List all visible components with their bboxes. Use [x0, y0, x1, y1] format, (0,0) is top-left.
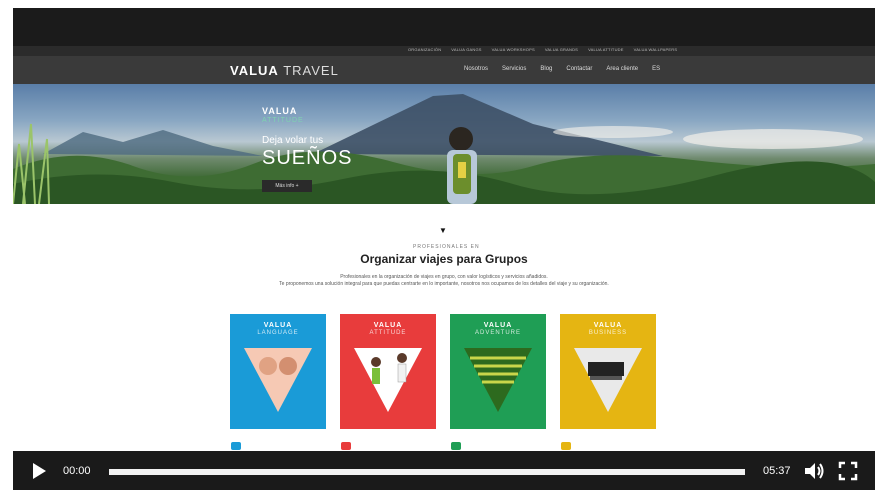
seek-bar[interactable]	[109, 469, 745, 475]
topbar-link: VALUA GRANDS	[544, 47, 579, 52]
nav-link-nosotros: Nosotros	[464, 66, 489, 72]
card-brand: VALUA	[593, 322, 623, 329]
card-attitude: VALUA ATTITUDE	[340, 314, 436, 429]
topbar-link: VALUA ATTITUDE	[588, 47, 624, 52]
topbar-link: VALUA WALLPAPERS	[633, 47, 678, 52]
topbar-link: VALUA WORKSHOPS	[491, 47, 535, 52]
card-brand: VALUA	[483, 322, 513, 329]
nav-link-blog: Blog	[540, 66, 553, 72]
section-description-2: Te proponemos una solución integral para…	[279, 281, 609, 287]
site-logo: VALUA TRAVEL	[230, 63, 339, 78]
video-controls-bar: 00:00 05:37	[13, 451, 875, 490]
logo-bold-text: VALUA	[230, 63, 279, 78]
section-description-1: Profesionales en la organización de viaj…	[340, 274, 548, 280]
site-navbar: VALUA TRAVEL Nosotros Servicios Blog Con…	[13, 56, 875, 84]
card-subtitle: ADVENTURE	[474, 330, 521, 336]
card-business: VALUA BUSINESS	[560, 314, 656, 429]
topbar-links: ORGANIZACIÓN VALUA GANGS VALUA WORKSHOPS…	[408, 47, 677, 52]
current-time: 00:00	[63, 465, 91, 477]
topbar-link: ORGANIZACIÓN	[408, 47, 442, 52]
section-kicker: PROFESIONALES EN	[413, 244, 480, 250]
nav-link-language: ES	[652, 66, 661, 72]
chat-bubbles-icon	[341, 442, 351, 450]
card-brand: VALUA	[373, 322, 403, 329]
tag-icon	[561, 442, 571, 450]
fullscreen-icon[interactable]	[838, 461, 858, 481]
volume-icon[interactable]	[803, 461, 825, 481]
card-subtitle: ATTITUDE	[369, 330, 407, 336]
card-subtitle: BUSINESS	[588, 330, 628, 336]
video-letterbox-top	[13, 8, 875, 46]
card-subtitle: LANGUAGE	[257, 330, 299, 336]
play-icon[interactable]	[33, 463, 46, 479]
site-topbar: ORGANIZACIÓN VALUA GANGS VALUA WORKSHOPS…	[13, 46, 875, 56]
camera-icon	[451, 442, 461, 450]
topbar-link: VALUA GANGS	[451, 47, 482, 52]
card-adventure: VALUA ADVENTURE	[450, 314, 546, 429]
logo-light-text: TRAVEL	[283, 63, 339, 78]
hero-subbrand: ATTITUDE	[262, 117, 304, 124]
nav-link-area-cliente: Area cliente	[606, 66, 639, 72]
nav-links: Nosotros Servicios Blog Contactar Area c…	[464, 66, 660, 72]
scroll-down-arrow-icon: ▼	[439, 226, 447, 235]
hero-headline: SUEÑOS	[262, 147, 353, 169]
hero-landscape-illustration	[13, 94, 875, 204]
hero-banner: VALUA ATTITUDE Deja volar tus SUEÑOS Más…	[13, 84, 875, 204]
hero-tagline: Deja volar tus	[262, 135, 324, 146]
graduation-cap-icon	[231, 442, 241, 450]
video-frame[interactable]: ORGANIZACIÓN VALUA GANGS VALUA WORKSHOPS…	[13, 8, 875, 490]
card-brand: VALUA	[263, 322, 293, 329]
nav-link-servicios: Servicios	[502, 66, 527, 72]
duration: 05:37	[763, 465, 791, 477]
nav-link-contactar: Contactar	[566, 66, 593, 72]
hero-brand: VALUA	[262, 106, 298, 116]
card-language: VALUA LANGUAGE	[230, 314, 326, 429]
hero-more-button: Más info +	[262, 180, 312, 192]
section-title: Organizar viajes para Grupos	[360, 252, 528, 266]
